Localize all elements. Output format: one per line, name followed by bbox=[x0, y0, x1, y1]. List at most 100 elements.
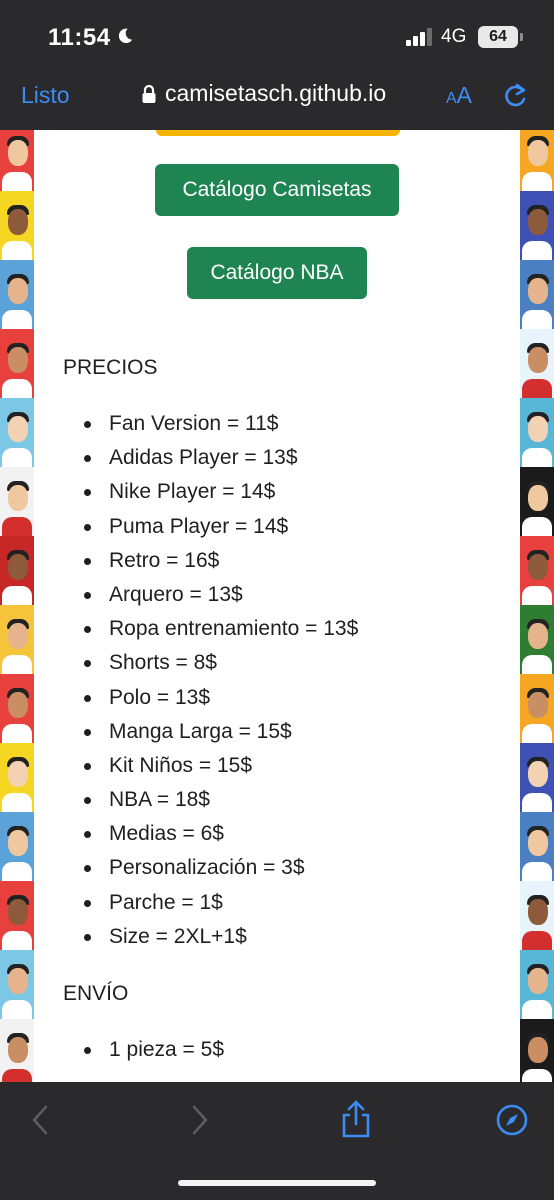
background-avatar-tile bbox=[0, 812, 34, 881]
top-button-partial[interactable] bbox=[156, 130, 400, 136]
bullet bbox=[84, 1047, 91, 1054]
text-size-big-label: A bbox=[456, 82, 473, 108]
background-avatar-tile bbox=[0, 536, 34, 605]
list-item: Shorts = 8$ bbox=[84, 646, 358, 680]
price-item: Shorts = 8$ bbox=[109, 651, 217, 675]
background-avatar-tile bbox=[0, 467, 34, 536]
background-avatar-tile bbox=[0, 743, 34, 812]
background-avatar-tile bbox=[520, 605, 554, 674]
bullet bbox=[84, 660, 91, 668]
price-item: Kit Niños = 15$ bbox=[109, 753, 253, 777]
compass-icon[interactable] bbox=[496, 1104, 528, 1136]
url-field[interactable]: camisetasch.github.io bbox=[165, 80, 386, 107]
price-item: Nike Player = 14$ bbox=[109, 480, 276, 504]
battery-indicator: 64 bbox=[478, 26, 523, 48]
background-avatar-tile bbox=[520, 743, 554, 812]
list-item: Kit Niños = 15$ bbox=[84, 749, 358, 783]
background-avatar-tile bbox=[520, 881, 554, 950]
list-item: Ropa entrenamiento = 13$ bbox=[84, 612, 359, 646]
background-avatar-tile bbox=[0, 1019, 34, 1082]
bullet bbox=[84, 489, 91, 497]
background-avatar-tile bbox=[0, 950, 34, 1019]
price-item: Arquero = 13$ bbox=[109, 582, 243, 606]
shipping-list: 1 pieza = 5$ bbox=[84, 1033, 225, 1067]
background-avatar-tile bbox=[520, 191, 554, 260]
network-type: 4G bbox=[441, 26, 467, 47]
status-time: 11:54 bbox=[48, 24, 111, 51]
background-pattern-left bbox=[0, 130, 34, 1082]
price-item: Medias = 6$ bbox=[109, 822, 224, 846]
price-item: Ropa entrenamiento = 13$ bbox=[109, 617, 359, 641]
background-pattern-right bbox=[520, 130, 554, 1082]
background-avatar-tile bbox=[520, 536, 554, 605]
background-avatar-tile bbox=[520, 812, 554, 881]
reload-icon[interactable] bbox=[503, 82, 529, 108]
list-item: Manga Larga = 15$ bbox=[84, 715, 358, 749]
bullet bbox=[84, 557, 91, 565]
done-button[interactable]: Listo bbox=[21, 82, 70, 109]
prices-list: Fan Version = 11$ Adidas Player = 13$ Ni… bbox=[84, 407, 359, 954]
list-item: Arquero = 13$ bbox=[84, 578, 358, 612]
list-item: Polo = 13$ bbox=[84, 681, 358, 715]
price-item: Manga Larga = 15$ bbox=[109, 719, 292, 743]
top-bar: 11:54 4G 64 Listo camisetasch.github.io … bbox=[0, 0, 554, 130]
background-avatar-tile bbox=[520, 398, 554, 467]
home-indicator bbox=[178, 1180, 376, 1186]
bullet bbox=[84, 523, 91, 531]
bullet bbox=[84, 728, 91, 736]
price-item: Size = 2XL+1$ bbox=[109, 924, 247, 948]
background-avatar-tile bbox=[0, 674, 34, 743]
list-item: Medias = 6$ bbox=[84, 817, 358, 851]
price-item: Parche = 1$ bbox=[109, 890, 223, 914]
bullet bbox=[84, 455, 91, 463]
list-item: Nike Player = 14$ bbox=[84, 475, 358, 509]
bullet bbox=[84, 831, 91, 839]
chevron-right-icon[interactable] bbox=[190, 1104, 210, 1136]
bullet bbox=[84, 933, 91, 941]
bullet bbox=[84, 626, 91, 634]
bullet bbox=[84, 865, 91, 873]
web-page: Catálogo Camisetas Catálogo NBA PRECIOS … bbox=[0, 130, 554, 1082]
bullet bbox=[84, 762, 91, 770]
list-item: 1 pieza = 5$ bbox=[84, 1033, 225, 1067]
background-avatar-tile bbox=[520, 674, 554, 743]
price-item: Personalización = 3$ bbox=[109, 856, 305, 880]
shipping-item: 1 pieza = 5$ bbox=[109, 1038, 225, 1061]
list-item: Size = 2XL+1$ bbox=[84, 920, 358, 954]
bullet bbox=[84, 591, 91, 599]
prices-heading: PRECIOS bbox=[63, 356, 158, 379]
moon-icon bbox=[118, 28, 133, 44]
list-item: NBA = 18$ bbox=[84, 783, 358, 817]
chevron-left-icon[interactable] bbox=[30, 1104, 50, 1136]
list-item: Personalización = 3$ bbox=[84, 851, 358, 885]
price-item: NBA = 18$ bbox=[109, 788, 210, 812]
list-item: Fan Version = 11$ bbox=[84, 407, 358, 441]
catalog-nba-button[interactable]: Catálogo NBA bbox=[187, 247, 367, 299]
background-avatar-tile bbox=[0, 329, 34, 398]
bullet bbox=[84, 421, 91, 428]
share-icon[interactable] bbox=[340, 1100, 372, 1138]
text-size-small-label: A bbox=[446, 90, 457, 107]
list-item: Parche = 1$ bbox=[84, 886, 358, 920]
text-size-button[interactable]: AA bbox=[446, 82, 472, 109]
catalog-shirts-button[interactable]: Catálogo Camisetas bbox=[155, 164, 399, 216]
price-item: Fan Version = 11$ bbox=[109, 412, 279, 435]
background-avatar-tile bbox=[0, 398, 34, 467]
list-item: Adidas Player = 13$ bbox=[84, 441, 358, 475]
price-item: Polo = 13$ bbox=[109, 685, 211, 709]
list-item: Puma Player = 14$ bbox=[84, 510, 358, 544]
bullet bbox=[84, 797, 91, 805]
background-avatar-tile bbox=[0, 605, 34, 674]
background-avatar-tile bbox=[520, 467, 554, 536]
background-avatar-tile bbox=[520, 130, 554, 191]
price-item: Adidas Player = 13$ bbox=[109, 446, 298, 470]
list-item: Retro = 16$ bbox=[84, 544, 358, 578]
background-avatar-tile bbox=[520, 950, 554, 1019]
background-avatar-tile bbox=[0, 191, 34, 260]
signal-icon bbox=[406, 28, 432, 46]
background-avatar-tile bbox=[520, 329, 554, 398]
bullet bbox=[84, 694, 91, 702]
lock-icon bbox=[142, 84, 156, 103]
shipping-heading: ENVÍO bbox=[63, 982, 129, 1005]
background-avatar-tile bbox=[0, 130, 34, 191]
